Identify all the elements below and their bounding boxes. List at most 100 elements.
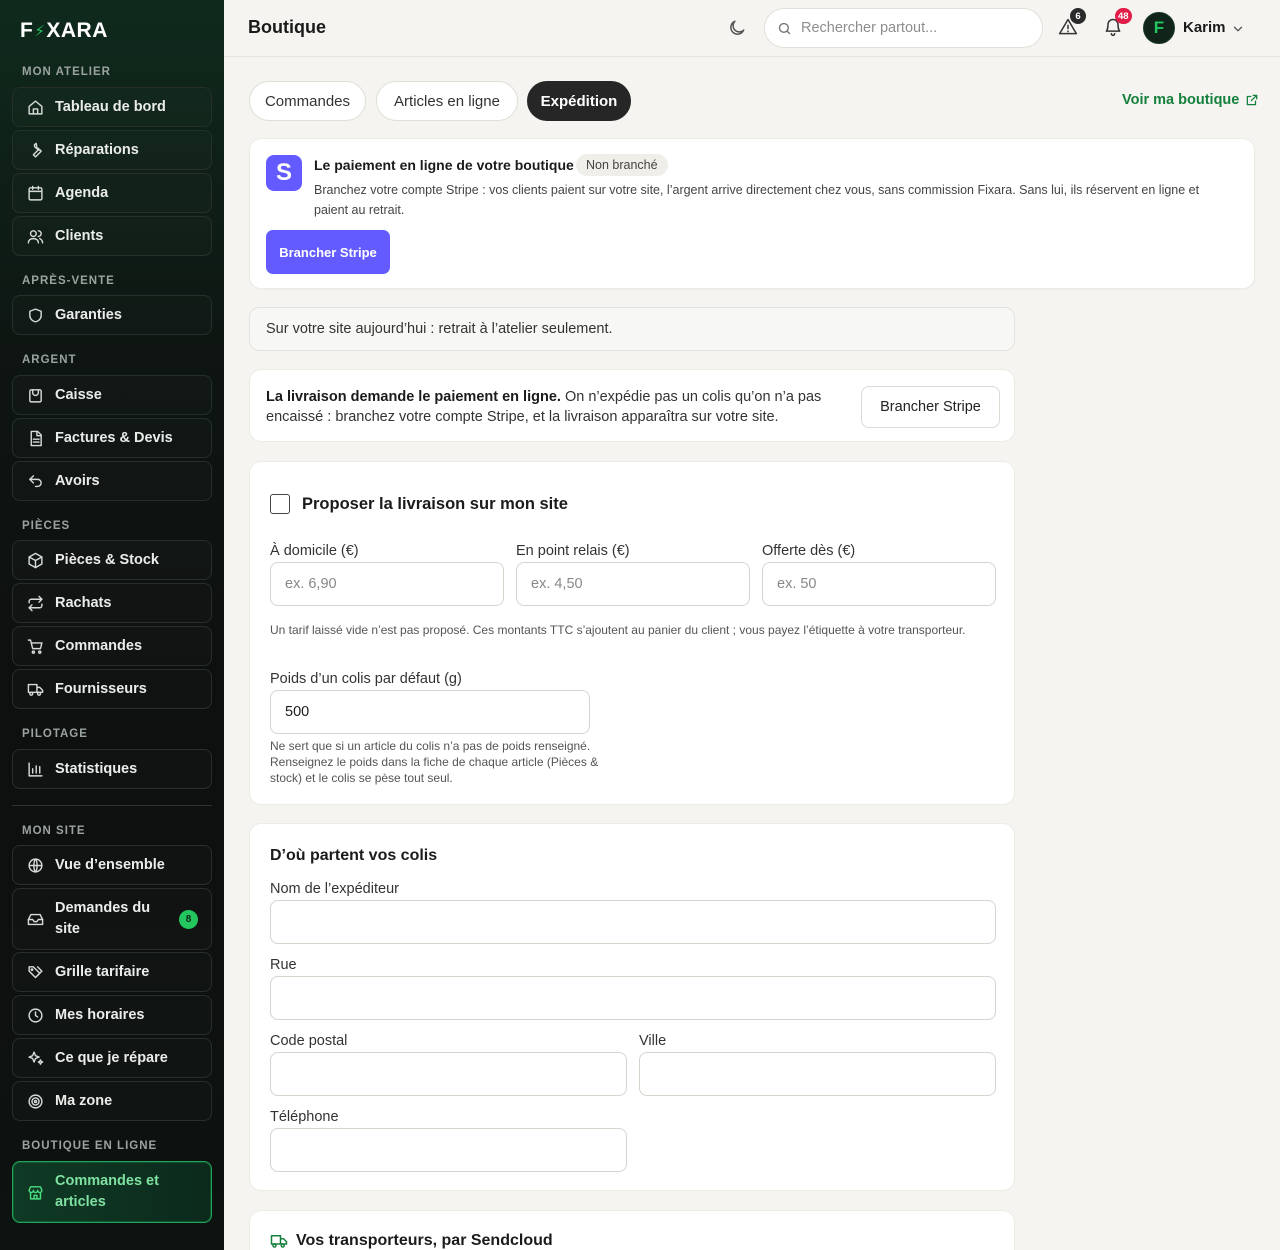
home-icon xyxy=(26,98,44,116)
home-delivery-price-input[interactable] xyxy=(270,562,504,606)
default-weight-label: Poids d’un colis par défaut (g) xyxy=(270,671,462,687)
nav-item-label: Factures & Devis xyxy=(55,430,173,446)
carriers-card: Vos transporteurs, par Sendcloud xyxy=(249,1210,1015,1250)
user-name[interactable]: Karim xyxy=(1183,19,1226,36)
store-icon xyxy=(26,1183,44,1201)
connect-stripe-button[interactable]: Brancher Stripe xyxy=(266,230,390,274)
shipping-origin-card: D’où partent vos colis Nom de l’expédite… xyxy=(249,823,1015,1191)
undo-icon xyxy=(26,472,44,490)
offer-delivery-label: Proposer la livraison sur mon site xyxy=(302,494,568,513)
postal-code-input[interactable] xyxy=(270,1052,627,1096)
nav-item-ma-zone[interactable]: Ma zone xyxy=(12,1081,212,1121)
tab-articles-en-ligne[interactable]: Articles en ligne xyxy=(376,81,518,121)
stripe-logo: S xyxy=(266,155,302,191)
calendar-icon xyxy=(26,184,44,202)
logo-text-left: F xyxy=(20,19,34,42)
nav-item-label: Caisse xyxy=(55,387,102,403)
global-search[interactable] xyxy=(764,8,1043,48)
nav-item-label: Ce que je répare xyxy=(55,1050,168,1066)
register-icon xyxy=(26,386,44,404)
search-input[interactable] xyxy=(801,20,1021,36)
nav-item-agenda[interactable]: Agenda xyxy=(12,173,212,213)
nav-item-rachats[interactable]: Rachats xyxy=(12,583,212,623)
relay-delivery-price-input[interactable] xyxy=(516,562,750,606)
tags-icon xyxy=(26,963,44,981)
bolt-icon: ⚡ xyxy=(34,23,46,40)
nav-item-statistiques[interactable]: Statistiques xyxy=(12,749,212,789)
street-label: Rue xyxy=(270,957,297,973)
external-link-icon xyxy=(1247,94,1258,106)
nav-item-demandes-du-site[interactable]: Demandes du site 8 xyxy=(12,888,212,950)
offer-delivery-checkbox[interactable] xyxy=(270,494,290,514)
sender-name-input[interactable] xyxy=(270,900,996,944)
nav-item-reparations[interactable]: Réparations xyxy=(12,130,212,170)
shipping-requires-payment-card: La livraison demande le paiement en lign… xyxy=(249,369,1015,442)
nav-item-label: Vue d’ensemble xyxy=(55,857,165,873)
nav-item-factures-devis[interactable]: Factures & Devis xyxy=(12,418,212,458)
section-title-apres-vente: APRÈS-VENTE xyxy=(22,275,115,287)
swap-icon xyxy=(26,594,44,612)
rates-hint: Un tarif laissé vide n’est pas proposé. … xyxy=(270,623,966,637)
app-logo[interactable]: F ⚡ XARA xyxy=(20,19,108,43)
wrench-icon xyxy=(26,141,44,159)
nav-item-commandes-et-articles[interactable]: Commandes et articles xyxy=(12,1161,212,1223)
moon-icon[interactable] xyxy=(727,18,747,38)
page-title: Boutique xyxy=(248,17,326,37)
offer-delivery-toggle[interactable]: Proposer la livraison sur mon site xyxy=(270,494,568,514)
relay-delivery-label: En point relais (€) xyxy=(516,543,630,559)
nav-item-mes-horaires[interactable]: Mes horaires xyxy=(12,995,212,1035)
street-input[interactable] xyxy=(270,976,996,1020)
section-title-atelier: MON ATELIER xyxy=(22,66,111,78)
nav-item-ce-que-je-repare[interactable]: Ce que je répare xyxy=(12,1038,212,1078)
nav-item-label: Avoirs xyxy=(55,473,100,489)
home-delivery-label: À domicile (€) xyxy=(270,543,359,559)
notifications-button[interactable]: 48 xyxy=(1103,8,1132,39)
connect-stripe-secondary-button[interactable]: Brancher Stripe xyxy=(861,386,1000,428)
alerts-count-badge: 6 xyxy=(1070,8,1086,24)
nav-item-label: Tableau de bord xyxy=(55,99,166,115)
nav-item-clients[interactable]: Clients xyxy=(12,216,212,256)
view-shop-link[interactable]: Voir ma boutique xyxy=(1122,92,1259,108)
nav-item-vue-ensemble[interactable]: Vue d’ensemble xyxy=(12,845,212,885)
alerts-button[interactable]: 6 xyxy=(1058,8,1086,39)
tab-expedition[interactable]: Expédition xyxy=(527,81,631,121)
nav-item-caisse[interactable]: Caisse xyxy=(12,375,212,415)
stripe-card-title: Le paiement en ligne de votre boutique xyxy=(314,157,574,173)
phone-input[interactable] xyxy=(270,1128,627,1172)
postal-code-label: Code postal xyxy=(270,1033,348,1049)
truck-icon xyxy=(26,680,44,698)
sidebar-divider xyxy=(12,805,212,806)
nav-item-label: Agenda xyxy=(55,185,109,201)
section-title-mon-site: MON SITE xyxy=(22,825,86,837)
document-icon xyxy=(26,429,44,447)
origin-section-title: D’où partent vos colis xyxy=(270,847,438,864)
nav-item-avoirs[interactable]: Avoirs xyxy=(12,461,212,501)
avatar[interactable]: F xyxy=(1143,12,1175,44)
nav-item-grille-tarifaire[interactable]: Grille tarifaire xyxy=(12,952,212,992)
nav-item-fournisseurs[interactable]: Fournisseurs xyxy=(12,669,212,709)
search-icon xyxy=(778,22,791,34)
truck-icon xyxy=(270,1235,288,1248)
nav-item-pieces-stock[interactable]: Pièces & Stock xyxy=(12,540,212,580)
shield-icon xyxy=(26,306,44,324)
users-icon xyxy=(26,227,44,245)
target-icon xyxy=(26,1092,44,1110)
nav-item-label: Commandes et articles xyxy=(55,1173,159,1210)
nav-item-label: Commandes xyxy=(55,638,143,654)
nav-item-garanties[interactable]: Garanties xyxy=(12,295,212,335)
nav-item-tableau-de-bord[interactable]: Tableau de bord xyxy=(12,87,212,127)
city-input[interactable] xyxy=(639,1052,996,1096)
tab-commandes[interactable]: Commandes xyxy=(249,81,366,121)
nav-item-commandes[interactable]: Commandes xyxy=(12,626,212,666)
default-weight-input[interactable] xyxy=(270,690,590,734)
nav-item-label: Clients xyxy=(55,228,104,244)
site-availability-info: Sur votre site aujourd’hui : retrait à l… xyxy=(249,307,1015,351)
top-bar: Boutique 6 48 F Karim xyxy=(224,0,1280,57)
chevron-down-icon[interactable] xyxy=(1231,22,1245,36)
cart-icon xyxy=(26,637,44,655)
section-title-boutique: BOUTIQUE EN LIGNE xyxy=(22,1140,158,1152)
section-title-pilotage: PILOTAGE xyxy=(22,728,88,740)
free-shipping-threshold-input[interactable] xyxy=(762,562,996,606)
sidebar: F ⚡ XARA MON ATELIER Tableau de bord Répar… xyxy=(0,0,224,1250)
box-icon xyxy=(26,551,44,569)
